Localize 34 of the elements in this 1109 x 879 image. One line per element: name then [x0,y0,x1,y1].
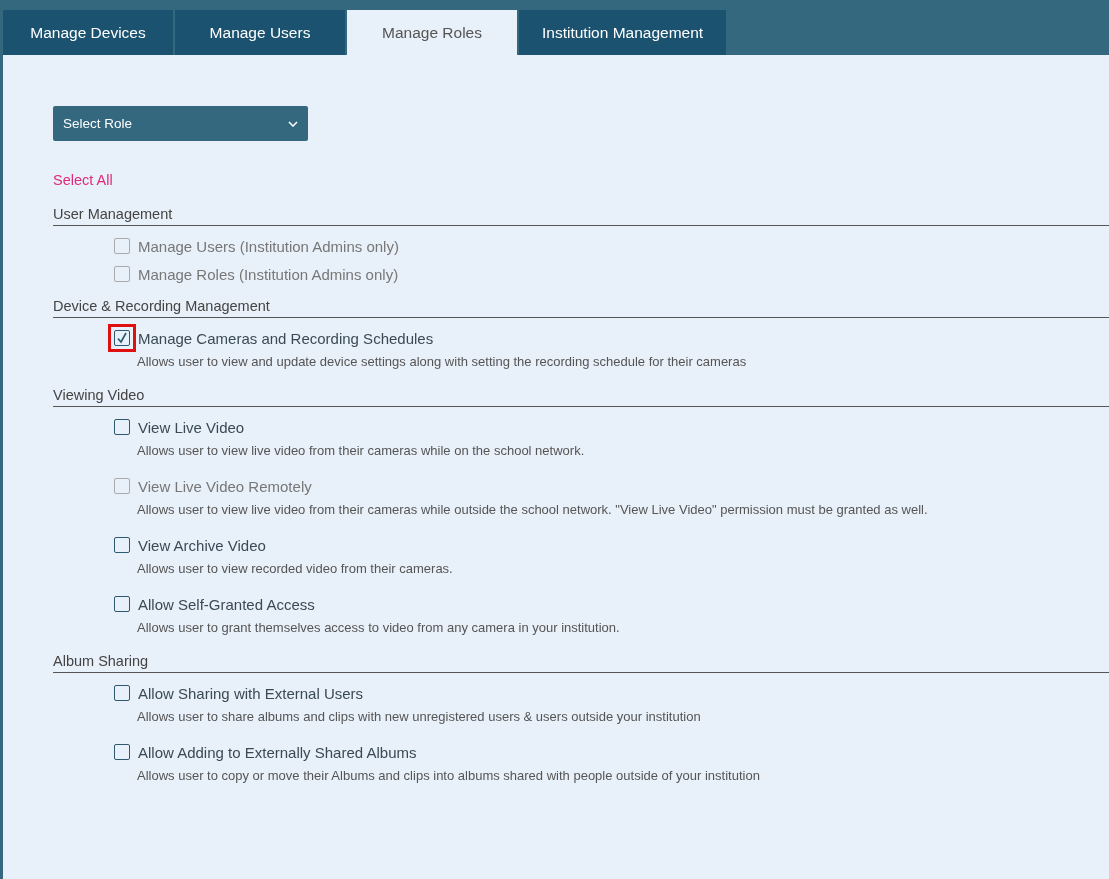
section-heading: User Management [53,206,1109,226]
permission-description: Allows user to view live video from their cameras while outside the school network. "View Live Video" permission must be granted as well. [137,502,929,517]
checkmark-icon [116,332,128,344]
permission-label: Allow Adding to Externally Shared Albums [138,743,417,761]
tab[interactable]: Manage Users [175,10,345,55]
tab[interactable]: Manage Roles [347,10,517,55]
permission-label: View Archive Video [138,536,266,554]
checkbox[interactable] [114,537,130,553]
permission-label: Manage Cameras and Recording Schedules [138,329,434,347]
permission-label: View Live Video Remotely [138,477,312,495]
permission-description: Allows user to view recorded video from their cameras. [137,561,454,576]
permission-description: Allows user to grant themselves access to video from any camera in your institution. [137,620,621,635]
permission-label: Manage Users (Institution Admins only) [138,237,399,255]
permission-label: Allow Self-Granted Access [138,595,315,613]
tab[interactable]: Institution Management [519,10,727,55]
section-heading: Device & Recording Management [53,298,1109,318]
checkbox[interactable] [114,685,130,701]
permission-description: Allows user to view and update device settings along with setting the recording schedule for their cameras [137,354,748,369]
permission-description: Allows user to copy or move their Albums and clips into albums shared with people outside of your institution [137,768,761,783]
permission-label: Allow Sharing with External Users [138,684,364,702]
checkbox[interactable] [114,330,130,346]
select-all-link[interactable]: Select All [53,172,113,188]
chevron-down-icon [288,120,298,127]
section-heading: Album Sharing [53,653,1109,673]
checkbox[interactable] [114,744,130,760]
role-dropdown[interactable]: Select Role [53,106,308,141]
permission-description: Allows user to view live video from their cameras while on the school network. [137,443,586,458]
tab[interactable]: Manage Devices [3,10,173,55]
checkbox[interactable] [114,419,130,435]
permission-description: Allows user to share albums and clips with new unregistered users & users outside your institution [137,709,702,724]
checkbox[interactable] [114,596,130,612]
section-heading: Viewing Video [53,387,1109,407]
permission-label: Manage Roles (Institution Admins only) [138,265,399,283]
permission-label: View Live Video [138,418,245,436]
